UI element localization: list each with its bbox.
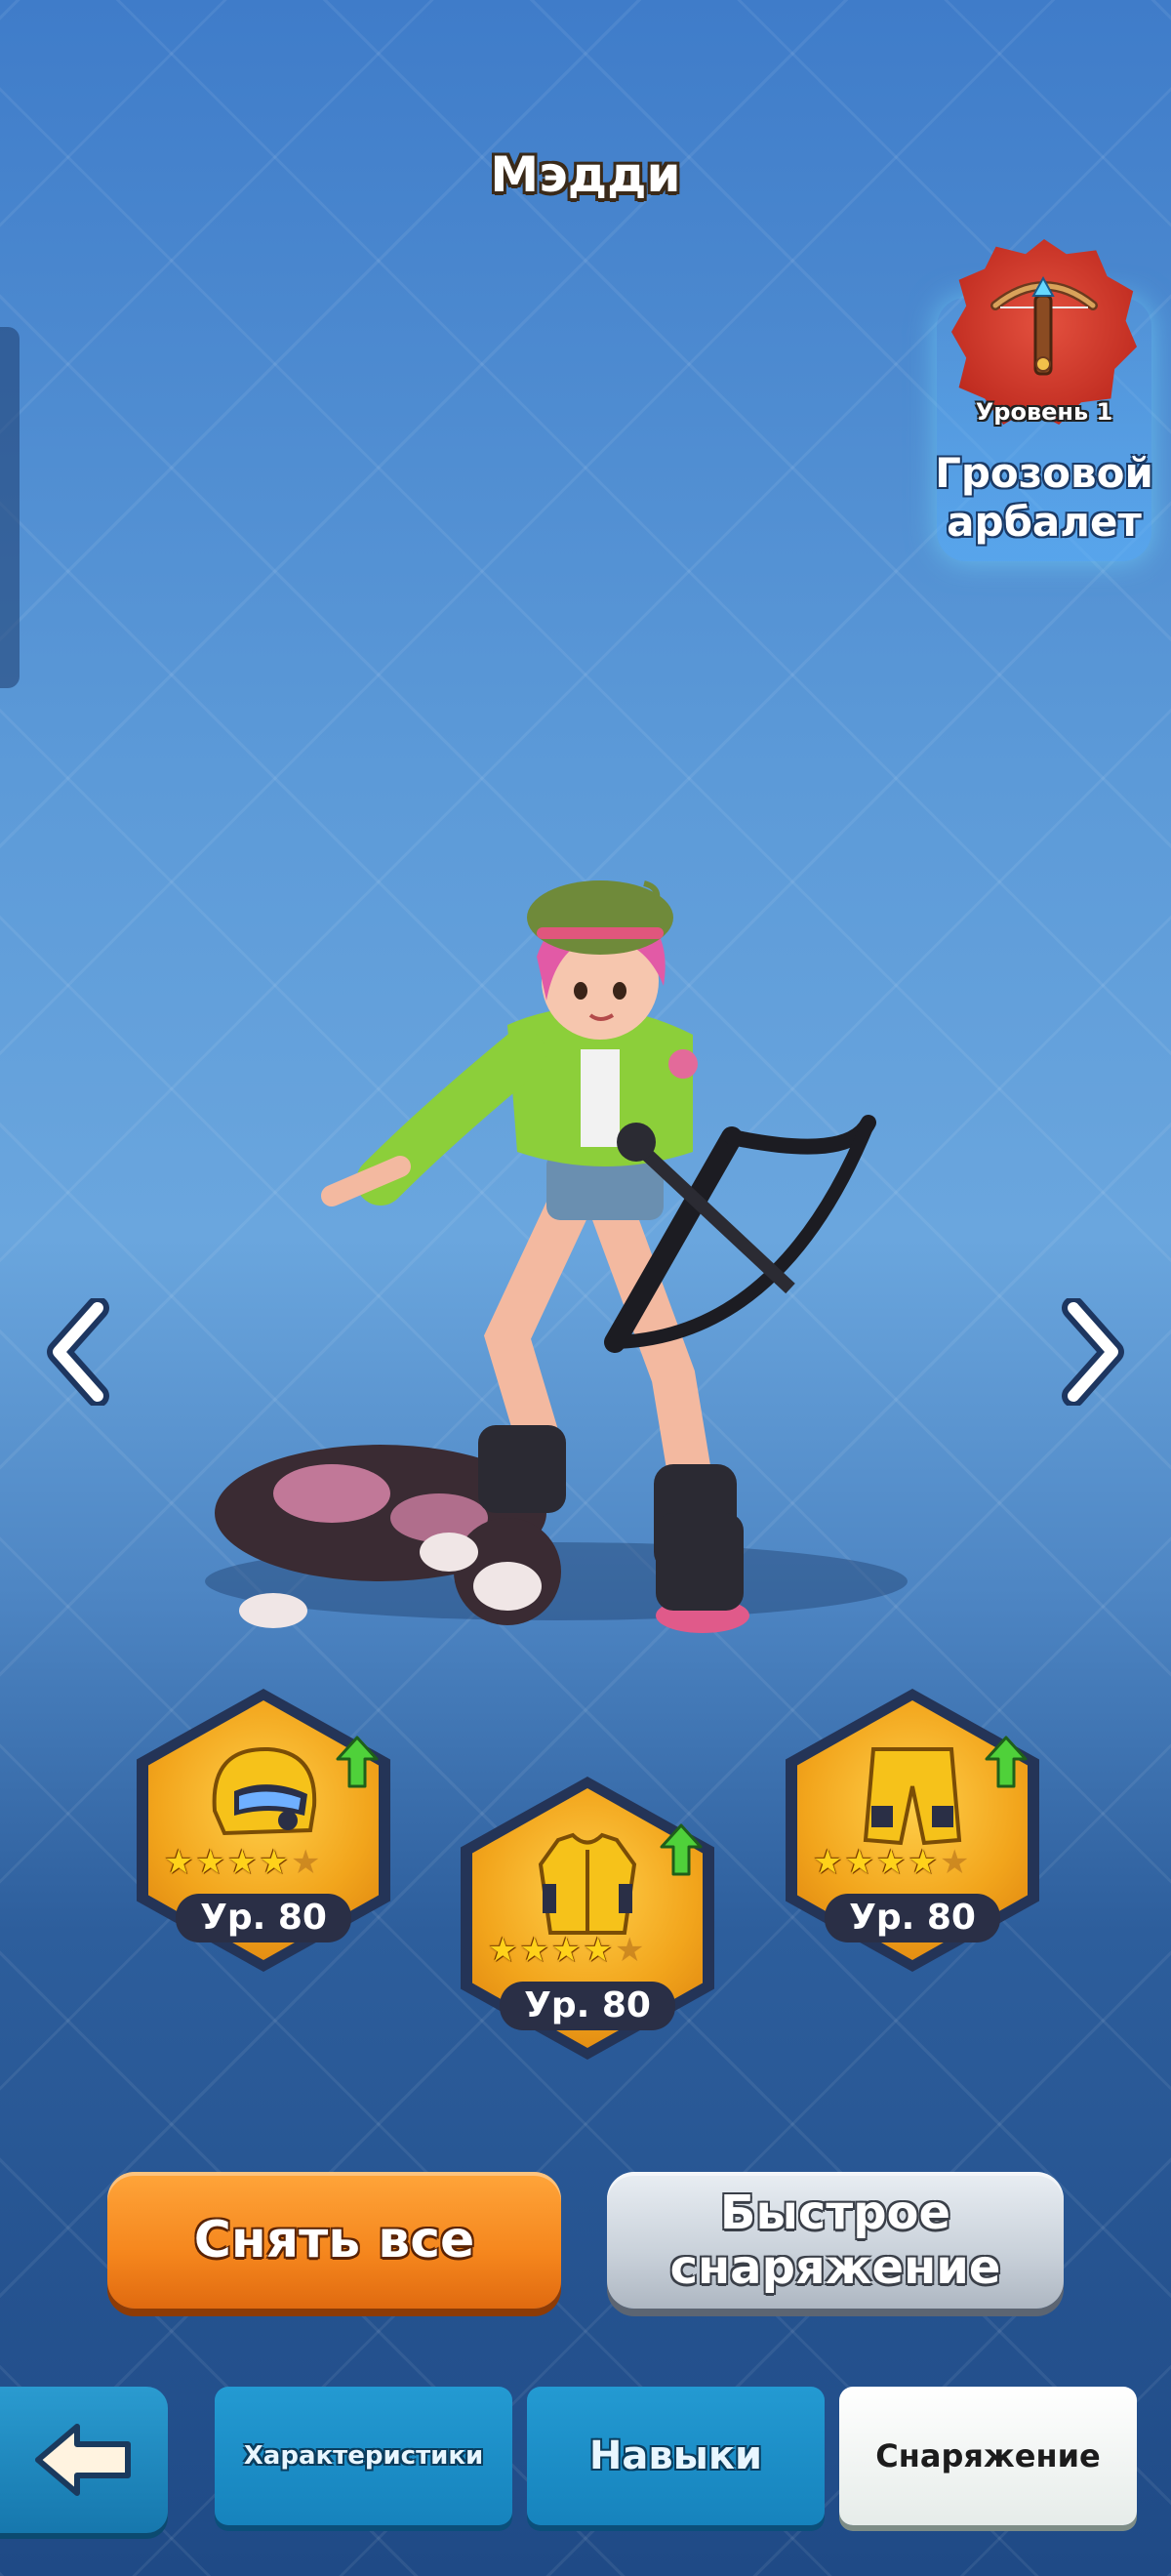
weapon-name: Грозовой арбалет — [922, 449, 1166, 547]
upgrade-arrow-icon — [660, 1823, 703, 1876]
star-icon: ★ — [844, 1843, 874, 1882]
next-hero-button[interactable] — [1054, 1298, 1132, 1406]
quick-gear-button[interactable]: Быстрое снаряжение — [607, 2172, 1064, 2309]
star-empty-icon: ★ — [290, 1843, 321, 1882]
star-icon: ★ — [164, 1843, 194, 1882]
weapon-level: Уровень 1 — [975, 398, 1113, 426]
star-icon: ★ — [195, 1843, 225, 1882]
gear-slot-pants[interactable]: ★ ★ ★ ★ ★ Ур. 80 — [786, 1689, 1039, 1972]
helmet-icon — [212, 1746, 317, 1836]
pants-icon — [863, 1747, 962, 1846]
star-icon: ★ — [226, 1843, 258, 1882]
tab-skills[interactable]: Навыки — [527, 2387, 825, 2525]
gear-slot-armor[interactable]: ★ ★ ★ ★ ★ Ур. 80 — [461, 1777, 714, 2060]
back-arrow-icon — [35, 2424, 131, 2496]
remove-all-button[interactable]: Снять все — [107, 2172, 561, 2309]
weapon-name-line1: Грозовой — [935, 449, 1153, 497]
armor-vest-icon — [538, 1832, 637, 1935]
chevron-right-icon — [1062, 1298, 1124, 1406]
star-icon: ★ — [259, 1843, 289, 1882]
star-icon: ★ — [550, 1931, 582, 1970]
gear-level: Ур. 80 — [500, 1982, 675, 2030]
star-icon: ★ — [908, 1843, 938, 1882]
upgrade-arrow-icon — [985, 1736, 1028, 1788]
hero-character-model[interactable] — [185, 830, 966, 1650]
star-icon: ★ — [813, 1843, 843, 1882]
hero-name: Мэдди — [490, 146, 681, 203]
gear-rating: ★ ★ ★ ★ ★ — [488, 1931, 644, 1970]
tab-equipment[interactable]: Снаряжение — [839, 2387, 1137, 2525]
star-icon: ★ — [488, 1931, 518, 1970]
crossbow-icon — [990, 275, 1098, 376]
star-empty-icon: ★ — [614, 1931, 645, 1970]
upgrade-arrow-icon — [336, 1736, 379, 1788]
weapon-slot[interactable]: Уровень 1 Грозовой арбалет — [932, 239, 1156, 561]
gear-level: Ур. 80 — [176, 1894, 351, 1942]
star-icon: ★ — [875, 1843, 907, 1882]
back-button[interactable] — [0, 2387, 168, 2533]
prev-hero-button[interactable] — [39, 1298, 117, 1406]
side-panel-handle[interactable] — [0, 327, 20, 688]
gear-slot-helmet[interactable]: ★ ★ ★ ★ ★ Ур. 80 — [137, 1689, 390, 1972]
star-icon: ★ — [583, 1931, 613, 1970]
weapon-name-line2: арбалет — [947, 498, 1142, 546]
star-empty-icon: ★ — [939, 1843, 970, 1882]
gear-rating: ★ ★ ★ ★ ★ — [813, 1843, 969, 1882]
star-icon: ★ — [519, 1931, 549, 1970]
gear-rating: ★ ★ ★ ★ ★ — [164, 1843, 320, 1882]
chevron-left-icon — [47, 1298, 109, 1406]
tab-characteristics[interactable]: Характеристики — [215, 2387, 512, 2525]
quick-gear-label-line2: снаряжение — [669, 2240, 1001, 2295]
quick-gear-label-line1: Быстрое — [719, 2186, 951, 2240]
gear-level: Ур. 80 — [825, 1894, 1000, 1942]
